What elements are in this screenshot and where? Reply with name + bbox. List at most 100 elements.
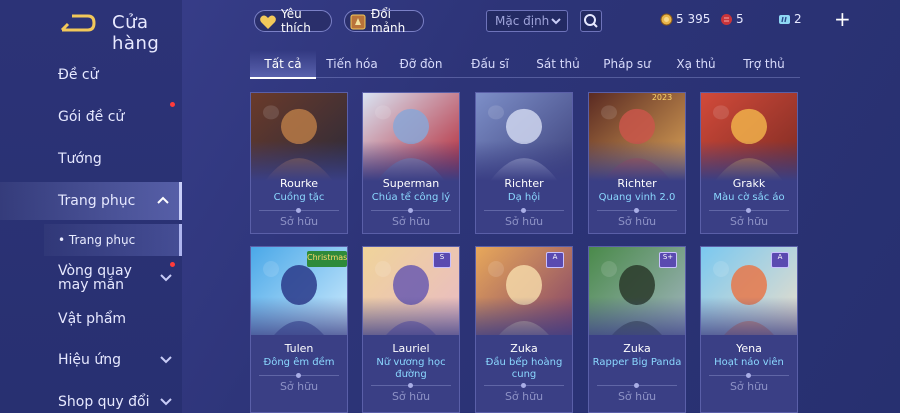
sidebar-item-items[interactable]: Vật phẩm — [0, 300, 182, 338]
voucher-balance: 2 — [778, 12, 802, 26]
divider — [371, 383, 451, 388]
skin-name: Đông êm đềm — [263, 357, 335, 368]
gold-coin-icon — [660, 13, 673, 25]
skin-artwork — [701, 93, 797, 181]
shop-screen: Cửa hàng Đề cử Gói đề cử Tướng Trang phụ… — [0, 0, 900, 413]
sidebar-item-skins[interactable]: Trang phục — [0, 182, 182, 220]
divider — [484, 208, 564, 213]
ownership-status: Sở hữu — [391, 390, 431, 403]
search-button[interactable] — [580, 10, 602, 32]
rarity-badge: A — [771, 252, 789, 268]
chevron-down-icon — [160, 274, 172, 282]
skin-card[interactable]: S+ Zuka Rapper Big Panda Sở hữu — [588, 246, 686, 413]
add-currency-button[interactable]: + — [834, 9, 851, 29]
gem-balance: 5 — [720, 12, 744, 26]
skin-name: Hoạt náo viên — [714, 357, 784, 368]
tab-support[interactable]: Trợ thủ — [734, 50, 794, 78]
sidebar-item-lucky-spin[interactable]: Vòng quay may mắn — [0, 260, 175, 296]
skin-name: Dạ hội — [507, 192, 541, 203]
hero-name: Superman — [382, 177, 440, 190]
tab-assassin[interactable]: Sát thủ — [528, 50, 588, 78]
sidebar-subitem-skins[interactable]: • Trang phục — [44, 224, 182, 256]
hero-name: Zuka — [510, 342, 538, 355]
voucher-icon — [779, 14, 790, 24]
sidebar-item-effects[interactable]: Hiệu ứng — [0, 341, 182, 379]
top-bar: Yêu thích Đổi mảnh Mặc định 5 395 5 2 + — [182, 0, 900, 44]
sidebar-item-heroes[interactable]: Tướng — [0, 140, 182, 178]
sidebar-item-label: Trang phục — [58, 193, 136, 209]
sort-dropdown[interactable]: Mặc định — [486, 10, 568, 32]
voucher-amount: 2 — [794, 12, 802, 26]
skin-card[interactable]: Christmas Tulen Đông êm đềm Sở hữu — [250, 246, 348, 413]
skin-card[interactable]: Grakk Màu cờ sắc áo Sở hữu — [700, 92, 798, 234]
divider — [259, 208, 339, 213]
hero-name: Lauriel — [392, 342, 430, 355]
skin-card[interactable]: Richter Dạ hội Sở hữu — [475, 92, 573, 234]
rarity-badge: Christmas — [307, 251, 347, 267]
sidebar-subitem-label: • Trang phục — [58, 233, 136, 247]
exchange-shards-button[interactable]: Đổi mảnh — [344, 7, 424, 35]
exchange-shards-label: Đổi mảnh — [371, 7, 406, 35]
sidebar-item-label: Vòng quay may mắn — [58, 263, 132, 293]
hero-name: Zuka — [623, 342, 651, 355]
ownership-status: Sở hữu — [504, 390, 544, 403]
rarity-badge: S+ — [659, 252, 677, 268]
tab-tank[interactable]: Đỡ đòn — [390, 50, 452, 78]
skin-name: Màu cờ sắc áo — [713, 192, 785, 203]
skin-name: Quang vinh 2.0 — [598, 192, 676, 203]
shard-exchange-icon — [350, 14, 366, 30]
divider — [484, 383, 564, 388]
ownership-status: Sở hữu — [279, 215, 319, 228]
sidebar-item-label: Shop quy đổi — [58, 394, 150, 410]
ruby-icon — [721, 13, 732, 25]
skin-artwork — [476, 93, 572, 181]
sidebar-item-bundles[interactable]: Gói đề cử — [0, 98, 182, 136]
chevron-down-icon — [160, 398, 172, 406]
notification-dot — [170, 262, 175, 267]
gold-balance: 5 395 — [660, 12, 710, 26]
gold-amount: 5 395 — [676, 12, 711, 26]
ownership-status: Sở hữu — [617, 215, 657, 228]
favorites-button[interactable]: Yêu thích — [254, 7, 332, 35]
chevron-up-icon — [157, 196, 169, 204]
skin-artwork — [251, 93, 347, 181]
gem-amount: 5 — [736, 12, 744, 26]
sidebar-item-label: Tướng — [58, 151, 102, 167]
divider — [259, 373, 339, 378]
ownership-status: Sở hữu — [504, 215, 544, 228]
ownership-status: Sở hữu — [729, 380, 769, 393]
hero-name: Rourke — [279, 177, 319, 190]
skin-card[interactable]: A Yena Hoạt náo viên Sở hữu — [700, 246, 798, 413]
skin-card[interactable]: A Zuka Đầu bếp hoàng cung Sở hữu — [475, 246, 573, 413]
ownership-status: Sở hữu — [617, 390, 657, 403]
skin-card[interactable]: Rourke Cuồng tặc Sở hữu — [250, 92, 348, 234]
tab-evolution[interactable]: Tiến hóa — [320, 50, 384, 78]
hero-name: Richter — [617, 177, 657, 190]
sidebar-item-recommended[interactable]: Đề cử — [0, 56, 182, 94]
tab-mage[interactable]: Pháp sư — [596, 50, 658, 78]
tab-fighter[interactable]: Đấu sĩ — [460, 50, 520, 78]
sidebar-item-exchange-shop[interactable]: Shop quy đổi — [0, 383, 182, 413]
hero-name: Tulen — [284, 342, 314, 355]
divider — [709, 208, 789, 213]
ownership-status: Sở hữu — [729, 215, 769, 228]
sidebar-item-label: Hiệu ứng — [58, 352, 121, 368]
heart-icon — [260, 15, 276, 29]
skin-artwork — [363, 93, 459, 181]
ownership-status: Sở hữu — [279, 380, 319, 393]
tab-all[interactable]: Tất cả — [250, 50, 316, 79]
back-arrow-icon[interactable] — [58, 12, 98, 34]
skin-card[interactable]: Superman Chúa tể công lý Sở hữu — [362, 92, 460, 234]
skin-card[interactable]: S Lauriel Nữ vương học đường Sở hữu — [362, 246, 460, 413]
chevron-down-icon — [551, 17, 561, 24]
search-icon — [584, 14, 598, 28]
divider — [597, 383, 677, 388]
sidebar: Cửa hàng Đề cử Gói đề cử Tướng Trang phụ… — [0, 0, 182, 413]
rarity-badge: A — [546, 252, 564, 268]
notification-dot — [170, 102, 175, 107]
skin-card[interactable]: 2023 Richter Quang vinh 2.0 Sở hữu — [588, 92, 686, 234]
tab-marksman[interactable]: Xạ thủ — [666, 50, 726, 78]
divider — [371, 208, 451, 213]
sidebar-item-label: Vật phẩm — [58, 311, 127, 327]
hero-name: Yena — [736, 342, 762, 355]
